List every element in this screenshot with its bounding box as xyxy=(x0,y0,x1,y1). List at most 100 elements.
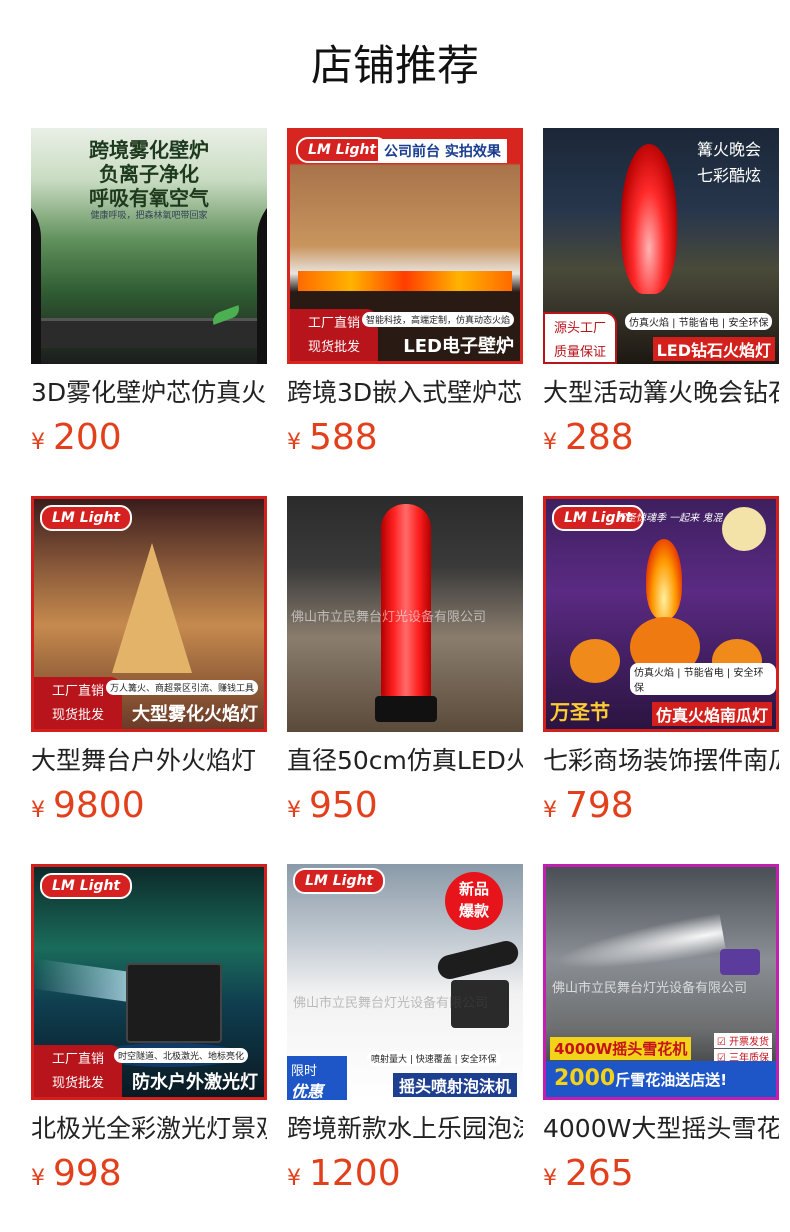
product-label: 防水户外激光灯 xyxy=(132,1072,258,1093)
product-label: 摇头喷射泡沫机 xyxy=(392,1073,517,1097)
tag-line-2: 质量保证 xyxy=(553,345,606,360)
watermark: 佛山市立民舞台灯光设备有限公司 xyxy=(291,610,487,625)
product-label: LED钻石火焰灯 xyxy=(652,337,775,361)
product-price: 798 xyxy=(565,785,634,826)
product-name[interactable]: 跨境新款水上乐园泡沫机 xyxy=(287,1112,523,1146)
product-image[interactable]: 佛山市立民舞台灯光设备有限公司 4000W摇头雪花机 ☑ 开票发货 ☑ 三年质保… xyxy=(543,864,779,1100)
price-row: ¥265 xyxy=(543,1152,779,1196)
product-price: 998 xyxy=(53,1153,122,1194)
product-name[interactable]: 大型舞台户外火焰灯 xyxy=(31,744,267,778)
product-image[interactable]: LM Light 万圣惊魂季 一起来 鬼混 万圣节 仿真火焰 | 节能省电 | … xyxy=(543,496,779,732)
product-card[interactable]: LM Light 新品 爆款 佛山市立民舞台灯光设备有限公司 限时 优惠 喷射量… xyxy=(287,864,523,1196)
column-base-icon xyxy=(375,696,437,722)
brand-logo: LM Light xyxy=(296,137,389,163)
price-row: ¥9800 xyxy=(31,784,267,828)
product-name[interactable]: 北极光全彩激光灯景观 xyxy=(31,1112,267,1146)
currency-symbol: ¥ xyxy=(287,430,301,455)
limited-tag: 限时 优惠 xyxy=(287,1056,347,1100)
product-label: 大型雾化火焰灯 xyxy=(132,704,258,725)
flame-icon xyxy=(621,144,677,294)
tag-line-2: 现货批发 xyxy=(307,340,360,355)
flame-icon xyxy=(646,539,682,619)
badge-line-2: 爆款 xyxy=(458,902,489,920)
promo-text: 斤雪花油送店送! xyxy=(615,1071,728,1089)
fireplace-box-icon xyxy=(41,318,257,348)
headline-1: 篝火晚会 xyxy=(696,140,761,159)
promo-bar: 2000斤雪花油送店送! xyxy=(546,1061,776,1097)
laser-projector-icon xyxy=(126,963,222,1043)
product-image[interactable]: LM Light 工厂直销 现货批发 万人篝火、商超景区引流、赚钱工具 大型雾化… xyxy=(31,496,267,732)
currency-symbol: ¥ xyxy=(31,1166,45,1191)
product-card[interactable]: LM Light 公司前台 实拍效果 工厂直销 现货批发 智能科技，高端定制，仿… xyxy=(287,128,523,460)
snow-machine-icon xyxy=(720,949,760,975)
currency-symbol: ¥ xyxy=(31,798,45,823)
product-image[interactable]: 跨境雾化壁炉 负离子净化 呼吸有氧空气 健康呼吸，把森林氧吧带回家 xyxy=(31,128,267,364)
tag-line-1: 源头工厂 xyxy=(553,321,606,336)
product-price: 950 xyxy=(309,785,378,826)
snow-spray-icon xyxy=(551,912,727,982)
check-1-text: 开票发货 xyxy=(729,1037,769,1048)
product-card[interactable]: 跨境雾化壁炉 负离子净化 呼吸有氧空气 健康呼吸，把森林氧吧带回家 3D雾化壁炉… xyxy=(31,128,267,460)
product-image[interactable]: 佛山市立民舞台灯光设备有限公司 xyxy=(287,496,523,732)
product-card[interactable]: LM Light 万圣惊魂季 一起来 鬼混 万圣节 仿真火焰 | 节能省电 | … xyxy=(543,496,779,828)
tag-line-1: 工厂直销 xyxy=(51,1052,104,1067)
product-card[interactable]: 篝火晚会 七彩酷炫 源头工厂 质量保证 仿真火焰 | 节能省电 | 安全环保 L… xyxy=(543,128,779,460)
brand-logo: LM Light xyxy=(40,505,133,531)
currency-symbol: ¥ xyxy=(543,430,557,455)
product-card[interactable]: 佛山市立民舞台灯光设备有限公司 4000W摇头雪花机 ☑ 开票发货 ☑ 三年质保… xyxy=(543,864,779,1196)
product-price: 265 xyxy=(565,1153,634,1194)
factory-tag: 源头工厂 质量保证 xyxy=(543,312,617,364)
limited-line-1: 限时 xyxy=(291,1064,318,1079)
product-name[interactable]: 大型活动篝火晚会钻石火焰灯 xyxy=(543,376,779,410)
product-price: 588 xyxy=(309,417,378,458)
foam-cannon-icon xyxy=(435,938,521,982)
tag-line-2: 现货批发 xyxy=(51,1076,104,1091)
new-badge: 新品 爆款 xyxy=(445,872,503,930)
product-card[interactable]: 佛山市立民舞台灯光设备有限公司 直径50cm仿真LED火焰柱 ¥950 xyxy=(287,496,523,828)
moon-icon xyxy=(722,507,766,551)
product-image[interactable]: LM Light 新品 爆款 佛山市立民舞台灯光设备有限公司 限时 优惠 喷射量… xyxy=(287,864,523,1100)
product-price: 9800 xyxy=(53,785,145,826)
feature-chips: 万人篝火、商超景区引流、赚钱工具 xyxy=(106,680,259,695)
product-name[interactable]: 4000W大型摇头雪花机 xyxy=(543,1112,779,1146)
product-image[interactable]: LM Light 公司前台 实拍效果 工厂直销 现货批发 智能科技，高端定制，仿… xyxy=(287,128,523,364)
currency-symbol: ¥ xyxy=(543,798,557,823)
feature-chips: 智能科技，高端定制，仿真动态火焰 xyxy=(362,312,515,327)
product-name[interactable]: 跨境3D嵌入式壁炉芯 xyxy=(287,376,523,410)
currency-symbol: ¥ xyxy=(543,1166,557,1191)
banner-text: 公司前台 实拍效果 xyxy=(378,139,507,163)
product-card[interactable]: LM Light 工厂直销 现货批发 时空隧道、北极激光、地标亮化 防水户外激光… xyxy=(31,864,267,1196)
product-card[interactable]: LM Light 工厂直销 现货批发 万人篝火、商超景区引流、赚钱工具 大型雾化… xyxy=(31,496,267,828)
product-label: LED电子壁炉 xyxy=(403,336,514,357)
flame-strip-icon xyxy=(298,271,512,291)
product-name[interactable]: 3D雾化壁炉芯仿真火焰 xyxy=(31,376,267,410)
brand-logo: LM Light xyxy=(40,873,133,899)
currency-symbol: ¥ xyxy=(287,798,301,823)
page-title: 店铺推荐 xyxy=(310,41,479,90)
product-price: 1200 xyxy=(309,1153,401,1194)
feature-chips: 时空隧道、北极激光、地标亮化 xyxy=(114,1048,249,1063)
price-row: ¥950 xyxy=(287,784,523,828)
slogan: 万圣惊魂季 一起来 鬼混 xyxy=(616,513,723,524)
product-price: 200 xyxy=(53,417,122,458)
feature-chips: 喷射量大 | 快速覆盖 | 安全环保 xyxy=(367,1051,501,1066)
product-label: 4000W摇头雪花机 xyxy=(550,1037,692,1060)
headline-sub: 健康呼吸，把森林氧吧带回家 xyxy=(90,211,208,221)
price-row: ¥998 xyxy=(31,1152,267,1196)
price-row: ¥200 xyxy=(31,416,267,460)
flame-column-icon xyxy=(381,504,431,700)
badge-line-1: 新品 xyxy=(458,880,489,898)
check-1: ☑ 开票发货 xyxy=(713,1033,772,1048)
product-name[interactable]: 直径50cm仿真LED火焰柱 xyxy=(287,744,523,778)
product-image[interactable]: LM Light 工厂直销 现货批发 时空隧道、北极激光、地标亮化 防水户外激光… xyxy=(31,864,267,1100)
feature-chips: 仿真火焰 | 节能省电 | 安全环保 xyxy=(625,313,773,330)
pumpkin-icon xyxy=(570,639,620,683)
product-label: 仿真火焰南瓜灯 xyxy=(651,702,772,726)
product-image[interactable]: 篝火晚会 七彩酷炫 源头工厂 质量保证 仿真火焰 | 节能省电 | 安全环保 L… xyxy=(543,128,779,364)
price-row: ¥1200 xyxy=(287,1152,523,1196)
product-name[interactable]: 七彩商场装饰摆件南瓜灯 xyxy=(543,744,779,778)
currency-symbol: ¥ xyxy=(287,1166,301,1191)
price-row: ¥288 xyxy=(543,416,779,460)
tag-line-2: 现货批发 xyxy=(51,708,104,723)
price-row: ¥588 xyxy=(287,416,523,460)
